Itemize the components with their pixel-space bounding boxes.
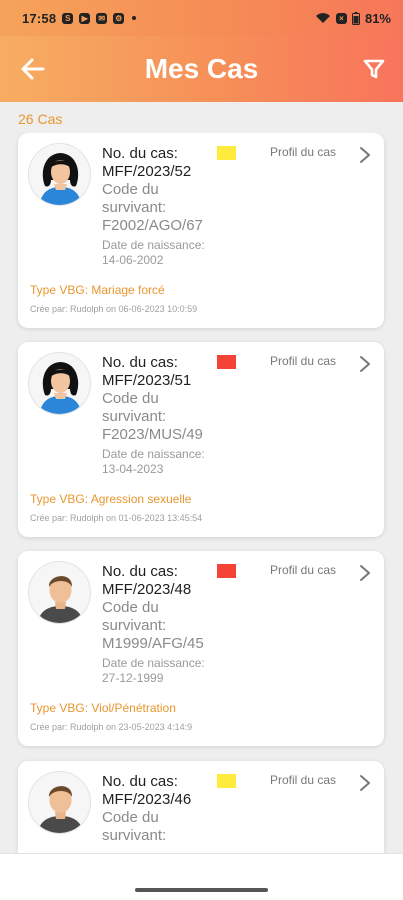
case-info: No. du cas: MFF/2023/52 Code du survivant: F… [102,145,302,268]
created-by: Crée par: Rudolph on 06-06-2023 10:0:59 [30,304,198,314]
battery-icon [351,11,360,25]
female-avatar-icon [28,143,91,206]
case-profile-link[interactable]: Profil du cas [270,773,336,787]
survivor-code-label-2: survivant: [102,199,167,216]
vbg-type: Type VBG: Viol/Pénétration [30,701,176,715]
birth-date-label: Date de naissance: [102,447,205,461]
survivor-code-label: Code du [102,809,159,826]
case-number: MFF/2023/51 [102,372,192,389]
youtube-icon: ▶ [79,12,91,24]
chevron-right-icon[interactable] [358,564,372,582]
case-card[interactable]: No. du cas: MFF/2023/48 Code du survivant: M… [18,551,384,746]
status-left: 17:58 S ▶ ✉ ⚙ [22,10,137,26]
survivor-code: F2023/MUS/49 [102,426,203,443]
wifi-icon [315,13,330,23]
birth-date: 14-06-2002 [102,253,164,267]
navigation-bar [0,853,403,900]
skype-icon: S [62,12,74,24]
filter-icon [363,59,385,79]
survivor-code-label-2: survivant: [102,827,167,844]
survivor-code-label: Code du [102,181,159,198]
created-by: Crée par: Rudolph on 23-05-2023 4:14:9 [30,722,193,732]
birth-date-label: Date de naissance: [102,238,205,252]
birth-date-label: Date de naissance: [102,656,205,670]
case-profile-link[interactable]: Profil du cas [270,354,336,368]
case-number: MFF/2023/48 [102,581,192,598]
page-title: Mes Cas [144,53,259,84]
app-bar: Mes Cas [0,36,403,102]
survivor-code-label: Code du [102,390,159,407]
survivor-code-label-2: survivant: [102,408,167,425]
birth-date: 27-12-1999 [102,671,164,685]
survivor-code: F2002/AGO/67 [102,217,203,234]
female-avatar-icon [28,352,91,415]
birth-date: 13-04-2023 [102,462,164,476]
case-count: 26 Cas [18,111,63,127]
status-time: 17:58 [22,10,57,26]
status-bar: 17:58 S ▶ ✉ ⚙ × 81% [0,0,403,36]
case-profile-link[interactable]: Profil du cas [270,563,336,577]
survivor-code-label: Code du [102,599,159,616]
dot-icon [132,16,137,20]
priority-flag-icon [217,774,236,788]
male-avatar-icon [28,771,91,834]
filter-button[interactable] [359,54,389,84]
battery-level: 81% [364,10,391,26]
chevron-right-icon[interactable] [358,146,372,164]
vbg-type: Type VBG: Mariage forcé [30,283,165,297]
chevron-right-icon[interactable] [358,355,372,373]
male-avatar-icon [28,561,91,624]
vbg-type: Type VBG: Agression sexuelle [30,492,192,506]
priority-flag-icon [217,146,236,160]
created-by: Crée par: Rudolph on 01-06-2023 13:45:54 [30,513,203,523]
survivor-code: M1999/AFG/45 [102,635,204,652]
case-number: MFF/2023/46 [102,791,192,808]
case-info: No. du cas: MFF/2023/51 Code du survivant: F… [102,354,302,477]
case-number: MFF/2023/52 [102,163,192,180]
chevron-right-icon[interactable] [358,774,372,792]
settings-icon: ⚙ [113,12,125,24]
priority-flag-icon [217,355,236,369]
case-card[interactable]: No. du cas: MFF/2023/46 Code du survivant: P… [18,761,384,853]
case-list[interactable]: No. du cas: MFF/2023/52 Code du survivant: F… [0,133,403,853]
status-right: × 81% [315,11,391,26]
survivor-code-label-2: survivant: [102,617,167,634]
mail-icon: ✉ [96,12,108,24]
back-button[interactable] [18,54,48,84]
sim-icon: × [335,12,347,24]
case-profile-link[interactable]: Profil du cas [270,145,336,159]
case-info: No. du cas: MFF/2023/48 Code du survivant: M… [102,563,302,686]
case-card[interactable]: No. du cas: MFF/2023/52 Code du survivant: F… [18,133,384,328]
home-indicator[interactable] [135,888,268,892]
case-card[interactable]: No. du cas: MFF/2023/51 Code du survivant: F… [18,342,384,537]
priority-flag-icon [217,564,236,578]
arrow-left-icon [21,58,45,80]
